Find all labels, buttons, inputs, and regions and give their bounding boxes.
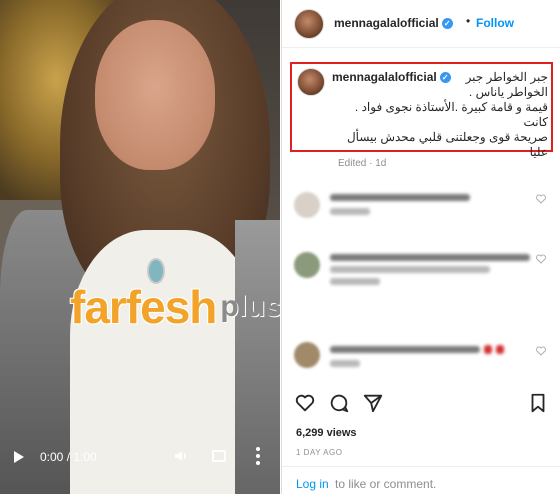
edited-timestamp: Edited · 1d [338,158,387,169]
login-prompt: Log in to like or comment. [282,466,560,494]
avatar[interactable] [294,9,324,39]
blurred-comment-meta [330,360,360,367]
blurred-comment-text [330,254,530,261]
post-header: mennagalalofficial ✓ • Follow [282,0,560,48]
more-options-icon[interactable] [256,447,260,465]
blurred-comment-meta [330,278,380,285]
comment-avatar [294,252,320,278]
heart-icon[interactable] [536,254,546,264]
comment-avatar [294,342,320,368]
post-date: 1 DAY AGO [296,448,343,457]
login-prompt-text: to like or comment. [335,477,437,491]
video-controls: 0:00 / 1:00 [0,440,280,474]
comment-avatar [294,192,320,218]
watermark-suffix: plus.com [220,290,280,323]
play-icon[interactable] [14,451,24,463]
action-bar [282,392,560,416]
blurred-comment-meta [330,208,370,215]
bookmark-icon[interactable] [527,392,549,414]
comment-item [290,246,553,285]
like-icon[interactable] [294,392,316,414]
blurred-comment-text [330,346,480,353]
verified-badge-icon: ✓ [439,72,451,84]
video-time: 0:00 / 1:00 [40,450,97,464]
comment-icon[interactable] [328,392,350,414]
caption-username[interactable]: mennagalalofficial ✓ [332,70,451,85]
face [95,20,215,170]
follow-button[interactable]: Follow [476,16,514,30]
watermark: farfesh plus.com [70,281,280,333]
verified-badge-icon: ✓ [441,18,453,30]
share-icon[interactable] [362,392,384,414]
blurred-comment-text [330,266,490,273]
header-username[interactable]: mennagalalofficial ✓ [334,16,453,30]
heart-icon[interactable] [536,346,546,356]
video-player[interactable]: farfesh plus.com 0:00 / 1:00 [0,0,280,494]
blurred-comment-text [330,194,470,201]
caption-line: الخواطر ياناس . [468,85,548,99]
comment-item [290,186,553,222]
caption-line: جبر الخواطر جبر mennagalalofficial ✓ [332,70,548,85]
blurred-emoji [496,345,504,354]
post-window: farfesh plus.com 0:00 / 1:00 mennagalalo… [0,0,560,494]
watermark-brand: farfesh [70,281,217,333]
caption-line: قيمة و قامة كبيرة .الأستاذة نجوى فواد . … [354,100,548,129]
comment-item [290,336,553,372]
volume-icon[interactable] [174,449,188,463]
heart-icon[interactable] [536,194,546,204]
picture-in-picture-icon[interactable] [212,450,226,462]
blurred-emoji [484,345,492,354]
header-separator: • [466,14,471,28]
caption-text: جبر الخواطر جبر mennagalalofficial ✓ الخو… [332,70,548,160]
caption: جبر الخواطر جبر mennagalalofficial ✓ الخو… [290,62,553,159]
login-link[interactable]: Log in [296,477,329,491]
view-count: 6,299 views [296,427,357,439]
caption-avatar[interactable] [297,68,325,96]
caption-line: صريحة قوى وجعلتنى قلبي محدش بيسأل [346,130,548,144]
post-panel: mennagalalofficial ✓ • Follow جبر الخواطر… [281,0,560,494]
